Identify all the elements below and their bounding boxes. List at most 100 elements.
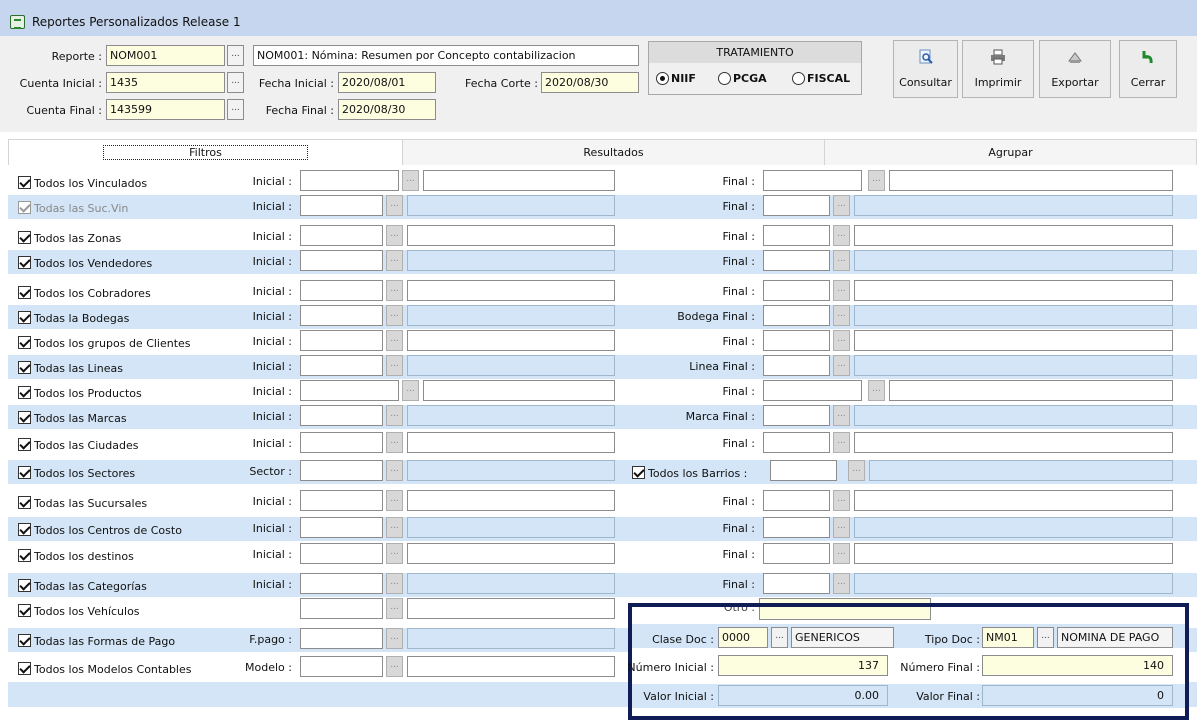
filter-final-lookup-button[interactable]: ... — [833, 405, 850, 426]
filter-inicial-input[interactable] — [300, 355, 383, 376]
filter-inicial-input[interactable] — [300, 517, 383, 538]
cuenta-inicial-input[interactable]: 1435 — [106, 72, 225, 93]
filter-inicial-input[interactable] — [300, 628, 383, 649]
filter-final-lookup-button[interactable]: ... — [833, 195, 850, 216]
filter-checkbox[interactable] — [18, 386, 31, 399]
filter-label[interactable]: Todas la Bodegas — [34, 312, 129, 325]
cuenta-inicial-lookup-button[interactable]: ... — [227, 72, 244, 93]
filter-final-input[interactable] — [763, 250, 830, 271]
filter-inicial-lookup-button[interactable]: ... — [386, 280, 403, 301]
filter-checkbox[interactable] — [18, 438, 31, 451]
filter-inicial-input[interactable] — [300, 543, 383, 564]
filter-final-input[interactable] — [763, 280, 830, 301]
filter-final-lookup-button[interactable]: ... — [833, 432, 850, 453]
filter-checkbox[interactable] — [18, 176, 31, 189]
filter-final-input[interactable] — [770, 460, 837, 481]
filter-label[interactable]: Todas las Lineas — [34, 362, 123, 375]
cerrar-button[interactable]: Cerrar — [1119, 40, 1177, 98]
filter-checkbox[interactable] — [18, 256, 31, 269]
filter-final-lookup-button[interactable]: ... — [833, 517, 850, 538]
filter-final-lookup-button[interactable]: ... — [833, 280, 850, 301]
reporte-code-input[interactable]: NOM001 — [106, 45, 225, 66]
filter-inicial-lookup-button[interactable]: ... — [386, 628, 403, 649]
filter-final-lookup-button[interactable]: ... — [868, 380, 885, 401]
filter-label[interactable]: Todos los Cobradores — [34, 287, 151, 300]
filter-label[interactable]: Todos los Vinculados — [34, 177, 147, 190]
barrios-label[interactable]: Todos los Barrios : — [648, 467, 747, 480]
filter-inicial-input[interactable] — [300, 250, 383, 271]
filter-label[interactable]: Todos las Ciudades — [34, 439, 138, 452]
tab-filtros[interactable]: Filtros — [8, 139, 403, 165]
filter-final-lookup-button[interactable]: ... — [833, 330, 850, 351]
filter-final-input[interactable] — [763, 517, 830, 538]
imprimir-button[interactable]: Imprimir — [962, 40, 1034, 98]
valor-final-input[interactable]: 0 — [982, 685, 1173, 706]
filter-checkbox[interactable] — [18, 286, 31, 299]
niif-radio-label[interactable]: NIIF — [671, 72, 696, 85]
filter-label[interactable]: Todas las Formas de Pago — [34, 635, 175, 648]
filter-final-lookup-button[interactable]: ... — [848, 460, 865, 481]
filter-inicial-lookup-button[interactable]: ... — [386, 250, 403, 271]
filter-final-lookup-button[interactable]: ... — [833, 490, 850, 511]
filter-inicial-lookup-button[interactable]: ... — [386, 543, 403, 564]
cuenta-final-input[interactable]: 143599 — [106, 99, 225, 120]
fecha-final-input[interactable]: 2020/08/30 — [338, 99, 436, 120]
filter-inicial-lookup-button[interactable]: ... — [386, 405, 403, 426]
numero-inicial-input[interactable]: 137 — [718, 655, 888, 676]
filter-checkbox[interactable] — [18, 336, 31, 349]
filter-label[interactable]: Todos los Centros de Costo — [34, 524, 182, 537]
filter-inicial-lookup-button[interactable]: ... — [402, 170, 419, 191]
filter-final-input[interactable] — [763, 432, 830, 453]
filter-inicial-input[interactable] — [300, 598, 383, 619]
filter-checkbox[interactable] — [18, 604, 31, 617]
filter-final-lookup-button[interactable]: ... — [833, 305, 850, 326]
filter-final-input[interactable] — [763, 195, 830, 216]
filter-checkbox[interactable] — [18, 311, 31, 324]
filter-label[interactable]: Todos los Vendedores — [34, 257, 152, 270]
filter-inicial-lookup-button[interactable]: ... — [386, 330, 403, 351]
filter-final-lookup-button[interactable]: ... — [833, 543, 850, 564]
filter-checkbox[interactable] — [18, 634, 31, 647]
filter-label[interactable]: Todos los Modelos Contables — [34, 663, 192, 676]
filter-inicial-input[interactable] — [300, 656, 383, 677]
filter-inicial-input[interactable] — [300, 573, 383, 594]
exportar-button[interactable]: Exportar — [1039, 40, 1111, 98]
pcga-radio[interactable] — [718, 72, 731, 85]
filter-checkbox[interactable] — [18, 411, 31, 424]
tab-resultados[interactable]: Resultados — [403, 139, 825, 165]
filter-final-input[interactable] — [763, 490, 830, 511]
filter-inicial-lookup-button[interactable]: ... — [386, 517, 403, 538]
filter-label[interactable]: Todas las Sucursales — [34, 497, 147, 510]
filter-inicial-lookup-button[interactable]: ... — [386, 573, 403, 594]
filter-inicial-input[interactable] — [300, 432, 383, 453]
filter-inicial-input[interactable] — [300, 170, 399, 191]
filter-inicial-lookup-button[interactable]: ... — [386, 195, 403, 216]
filter-inicial-lookup-button[interactable]: ... — [386, 432, 403, 453]
consultar-button[interactable]: Consultar — [893, 40, 958, 98]
filter-inicial-lookup-button[interactable]: ... — [386, 490, 403, 511]
filter-label[interactable]: Todos las Zonas — [34, 232, 121, 245]
filter-label[interactable]: Todos los grupos de Clientes — [34, 337, 191, 350]
filter-inicial-lookup-button[interactable]: ... — [386, 305, 403, 326]
filter-checkbox[interactable] — [18, 361, 31, 374]
fiscal-radio[interactable] — [792, 72, 805, 85]
filter-inicial-input[interactable] — [300, 490, 383, 511]
filter-inicial-input[interactable] — [300, 195, 383, 216]
clase-doc-input[interactable]: 0000 — [718, 627, 768, 648]
filter-inicial-input[interactable] — [300, 460, 383, 481]
filter-final-input[interactable] — [763, 543, 830, 564]
filter-label[interactable]: Todos los Vehículos — [34, 605, 140, 618]
filter-inicial-lookup-button[interactable]: ... — [386, 598, 403, 619]
filter-inicial-lookup-button[interactable]: ... — [386, 656, 403, 677]
filter-final-lookup-button[interactable]: ... — [833, 355, 850, 376]
filter-final-input[interactable] — [763, 305, 830, 326]
filter-inicial-input[interactable] — [300, 225, 383, 246]
tipo-doc-lookup-button[interactable]: ... — [1037, 627, 1054, 648]
filter-inicial-lookup-button[interactable]: ... — [402, 380, 419, 401]
filter-inicial-lookup-button[interactable]: ... — [386, 355, 403, 376]
filter-checkbox[interactable] — [18, 579, 31, 592]
filter-final-input[interactable] — [763, 330, 830, 351]
filter-inicial-input[interactable] — [300, 305, 383, 326]
filter-final-input[interactable] — [763, 170, 862, 191]
tipo-doc-input[interactable]: NM01 — [982, 627, 1034, 648]
